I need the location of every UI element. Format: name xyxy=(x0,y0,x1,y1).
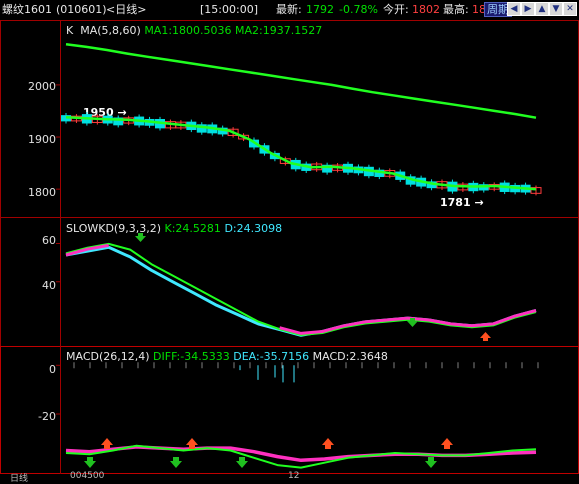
kd-d-line xyxy=(65,245,537,337)
futures-chart-window: 螺纹1601 (010601) <日线> [15:00:00] 最新: 1792… xyxy=(0,0,579,484)
chart-canvas xyxy=(56,20,542,474)
macd-buy-arrow xyxy=(441,438,453,449)
kd-rising-segment xyxy=(279,309,537,335)
macd-buy-arrow xyxy=(322,438,334,449)
kd-buy-arrow xyxy=(480,332,491,341)
ma2-line xyxy=(65,43,537,119)
ma1-line xyxy=(65,115,537,191)
macd-sell-arrow xyxy=(84,457,96,468)
macd-sell-arrow xyxy=(425,457,437,468)
macd-dea-line xyxy=(65,445,537,463)
kd-sell-arrow xyxy=(135,233,146,242)
macd-buy-arrow xyxy=(101,438,113,449)
macd-sell-arrow xyxy=(236,457,248,468)
macd-sell-arrow xyxy=(170,457,182,468)
kd-k-line xyxy=(65,242,537,336)
